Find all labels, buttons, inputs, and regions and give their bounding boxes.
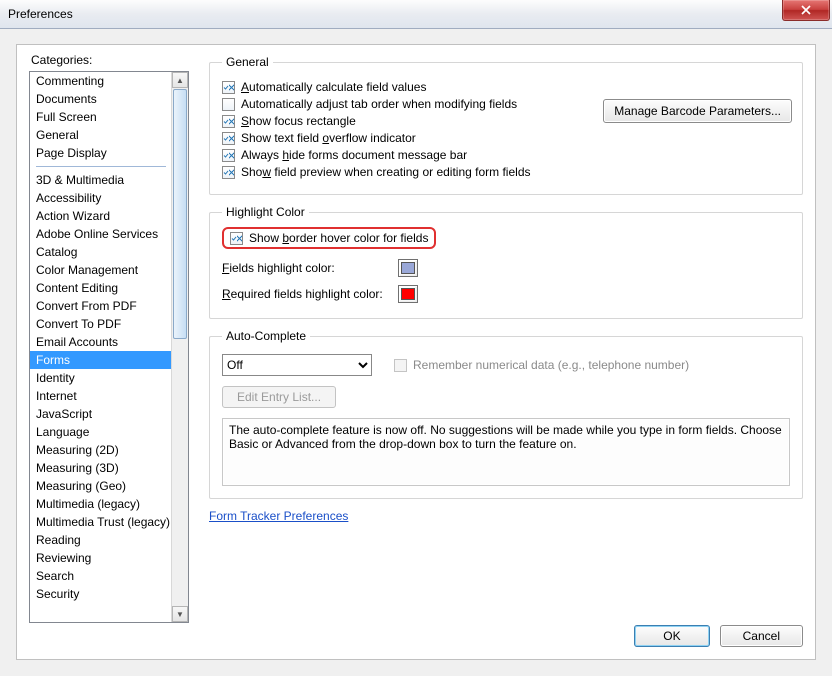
overflow-label: Show text field overflow indicator: [241, 131, 416, 145]
category-item[interactable]: JavaScript: [30, 405, 172, 423]
ok-button[interactable]: OK: [634, 625, 709, 647]
highlight-group: Highlight Color Show border hover color …: [209, 205, 803, 319]
category-item[interactable]: Full Screen: [30, 108, 172, 126]
category-item[interactable]: Action Wizard: [30, 207, 172, 225]
general-group: General Manage Barcode Parameters... Aut…: [209, 55, 803, 195]
category-item[interactable]: Convert From PDF: [30, 297, 172, 315]
category-item[interactable]: Documents: [30, 90, 172, 108]
category-item[interactable]: Catalog: [30, 243, 172, 261]
settings-pane: General Manage Barcode Parameters... Aut…: [209, 55, 803, 647]
hide-bar-label: Always hide forms document message bar: [241, 148, 467, 162]
cancel-button[interactable]: Cancel: [720, 625, 803, 647]
edit-entry-list-button: Edit Entry List...: [222, 386, 336, 408]
scroll-down-button[interactable]: ▼: [172, 606, 188, 622]
auto-calc-checkbox[interactable]: [222, 81, 235, 94]
categories-listbox[interactable]: CommentingDocumentsFull ScreenGeneralPag…: [29, 71, 189, 623]
hide-bar-checkbox[interactable]: [222, 149, 235, 162]
manage-barcode-button[interactable]: Manage Barcode Parameters...: [603, 99, 792, 123]
category-item[interactable]: Content Editing: [30, 279, 172, 297]
highlighted-option: Show border hover color for fields: [222, 227, 436, 249]
category-item[interactable]: Measuring (3D): [30, 459, 172, 477]
focus-rect-checkbox[interactable]: [222, 115, 235, 128]
category-item[interactable]: Multimedia Trust (legacy): [30, 513, 172, 531]
preferences-window: Preferences Categories: CommentingDocume…: [0, 0, 832, 676]
required-color-swatch[interactable]: [398, 285, 418, 303]
hover-checkbox[interactable]: [230, 232, 243, 245]
category-item[interactable]: Measuring (2D): [30, 441, 172, 459]
hover-label: Show border hover color for fields: [249, 231, 428, 245]
scrollbar[interactable]: ▲ ▼: [171, 72, 188, 622]
scroll-thumb[interactable]: [173, 89, 187, 339]
overflow-checkbox[interactable]: [222, 132, 235, 145]
fields-color-swatch[interactable]: [398, 259, 418, 277]
autocomplete-mode-select[interactable]: Off: [222, 354, 372, 376]
remember-label: Remember numerical data (e.g., telephone…: [413, 358, 689, 372]
category-separator: [36, 166, 166, 167]
autocomplete-legend: Auto-Complete: [222, 329, 310, 343]
required-color-label: Required fields highlight color:: [222, 287, 398, 301]
fields-color-label: Fields highlight color:: [222, 261, 398, 275]
category-item[interactable]: Security: [30, 585, 172, 603]
category-item[interactable]: Commenting: [30, 72, 172, 90]
category-item[interactable]: Convert To PDF: [30, 315, 172, 333]
close-button[interactable]: [782, 0, 830, 21]
auto-tab-checkbox[interactable]: [222, 98, 235, 111]
remember-checkbox: [394, 359, 407, 372]
titlebar: Preferences: [0, 0, 832, 29]
form-tracker-link[interactable]: Form Tracker Preferences: [209, 509, 348, 523]
highlight-legend: Highlight Color: [222, 205, 309, 219]
category-item[interactable]: Identity: [30, 369, 172, 387]
category-item[interactable]: General: [30, 126, 172, 144]
auto-tab-label: Automatically adjust tab order when modi…: [241, 97, 517, 111]
category-item[interactable]: Reviewing: [30, 549, 172, 567]
category-item[interactable]: Reading: [30, 531, 172, 549]
category-item[interactable]: Email Accounts: [30, 333, 172, 351]
preview-label: Show field preview when creating or edit…: [241, 165, 531, 179]
category-item[interactable]: Adobe Online Services: [30, 225, 172, 243]
autocomplete-description: The auto-complete feature is now off. No…: [222, 418, 790, 486]
category-item[interactable]: Search: [30, 567, 172, 585]
focus-rect-label: Show focus rectangle: [241, 114, 356, 128]
category-item[interactable]: Forms: [30, 351, 172, 369]
content-panel: Categories: CommentingDocumentsFull Scre…: [16, 44, 816, 660]
general-legend: General: [222, 55, 273, 69]
category-item[interactable]: Multimedia (legacy): [30, 495, 172, 513]
category-item[interactable]: Color Management: [30, 261, 172, 279]
auto-calc-label: Automatically calculate field values: [241, 80, 426, 94]
window-title: Preferences: [8, 7, 73, 21]
category-item[interactable]: Language: [30, 423, 172, 441]
category-item[interactable]: Measuring (Geo): [30, 477, 172, 495]
categories-label: Categories:: [31, 53, 189, 67]
close-icon: [800, 5, 812, 15]
preview-checkbox[interactable]: [222, 166, 235, 179]
category-item[interactable]: Accessibility: [30, 189, 172, 207]
category-item[interactable]: Internet: [30, 387, 172, 405]
scroll-up-button[interactable]: ▲: [172, 72, 188, 88]
category-item[interactable]: 3D & Multimedia: [30, 171, 172, 189]
category-item[interactable]: Page Display: [30, 144, 172, 162]
autocomplete-group: Auto-Complete Off Remember numerical dat…: [209, 329, 803, 499]
